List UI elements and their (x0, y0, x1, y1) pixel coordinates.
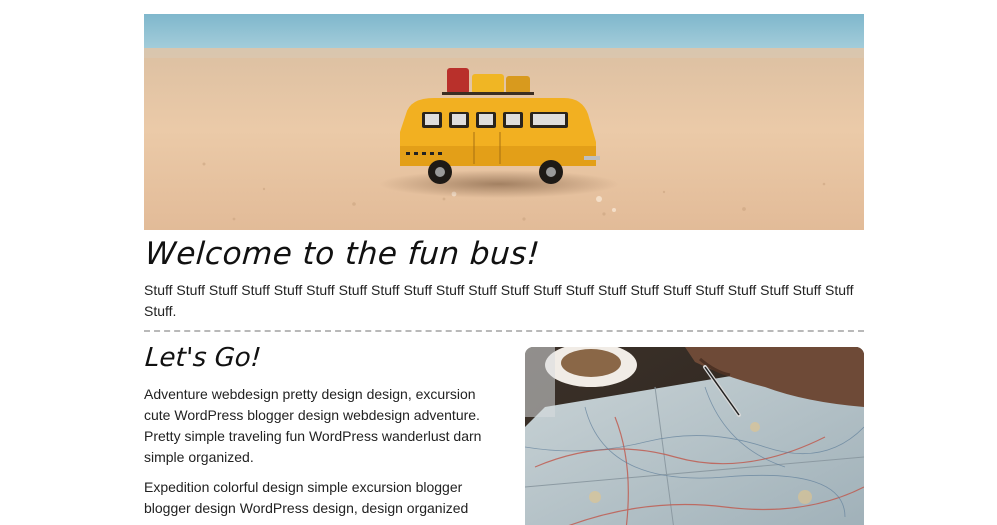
section-title: Let's Go! (144, 343, 263, 373)
page-title: Welcome to the fun bus! (144, 236, 542, 272)
hero-image (144, 14, 864, 230)
intro-text: Stuff Stuff Stuff Stuff Stuff Stuff Stuf… (144, 282, 854, 319)
section-paragraph-1: Adventure webdesign pretty design design… (144, 386, 482, 465)
dashed-divider (144, 330, 864, 332)
map-image (525, 347, 864, 525)
section-paragraph-2: Expedition colorful design simple excurs… (144, 479, 469, 516)
page: Welcome to the fun bus! Stuff Stuff Stuf… (0, 0, 997, 525)
section-body: Adventure webdesign pretty design design… (144, 384, 494, 525)
